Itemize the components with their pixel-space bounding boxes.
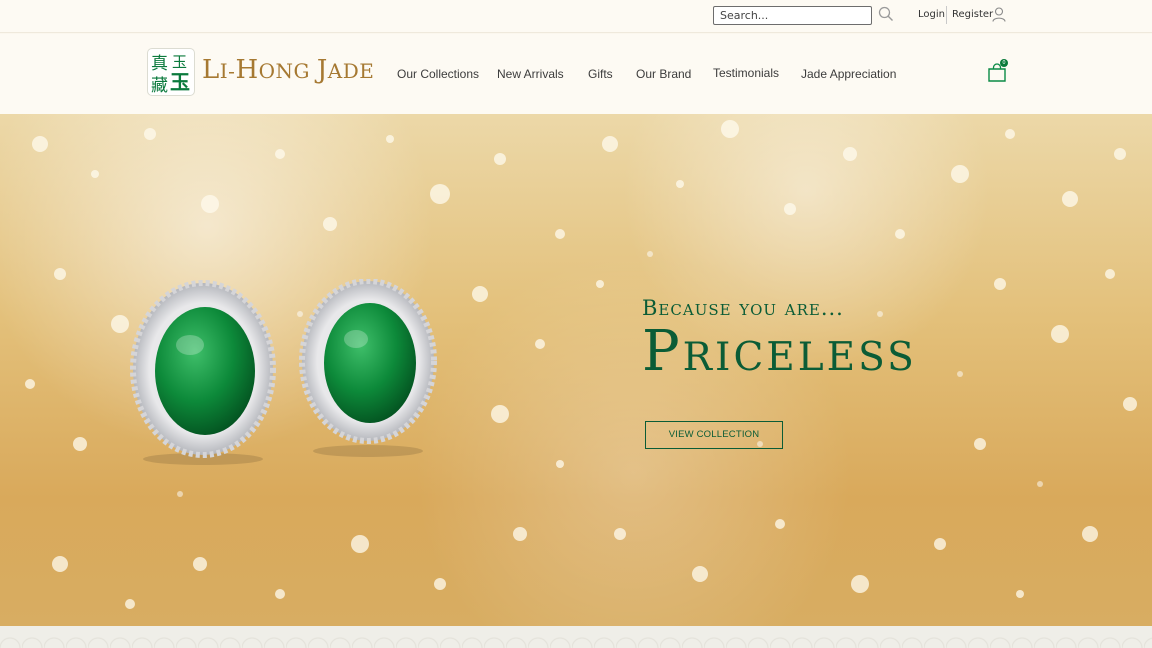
logo-emblem: 真 玉 藏 玉 xyxy=(147,48,195,96)
cart-button[interactable]: 0 xyxy=(987,59,1011,83)
divider xyxy=(946,6,947,24)
top-utility-bar: Login Register xyxy=(0,0,1152,33)
hero-banner: Because you are... Priceless VIEW COLLEC… xyxy=(0,114,1152,626)
logo-wordmark: LI-HONG JADE xyxy=(202,55,375,85)
nav-our-collections[interactable]: Our Collections xyxy=(397,67,479,81)
nav-new-arrivals[interactable]: New Arrivals xyxy=(497,67,564,81)
search-input[interactable] xyxy=(713,6,872,25)
hero-tagline-big: Priceless xyxy=(642,319,917,384)
cart-count-badge: 0 xyxy=(1000,59,1008,67)
view-collection-button[interactable]: VIEW COLLECTION xyxy=(645,421,783,449)
nav-gifts[interactable]: Gifts xyxy=(588,67,613,81)
nav-our-brand[interactable]: Our Brand xyxy=(636,67,691,81)
jade-earrings-image xyxy=(130,279,437,465)
svg-text:玉: 玉 xyxy=(170,70,190,94)
nav-testimonials[interactable]: Testimonials xyxy=(713,66,779,80)
section-divider-pattern xyxy=(0,626,1152,648)
svg-text:藏: 藏 xyxy=(151,76,168,96)
svg-text:真: 真 xyxy=(151,54,168,74)
brand-logo[interactable]: 真 玉 藏 玉 LI-HONG JADE xyxy=(147,48,374,96)
search-icon[interactable] xyxy=(878,6,894,22)
user-icon[interactable] xyxy=(992,7,1006,22)
nav-jade-appreciation[interactable]: Jade Appreciation xyxy=(801,67,896,81)
login-link[interactable]: Login xyxy=(918,9,945,20)
svg-text:玉: 玉 xyxy=(172,53,187,71)
main-header: 真 玉 藏 玉 LI-HONG JADE Our Collections New… xyxy=(0,34,1152,114)
hero-tagline-small: Because you are... xyxy=(642,296,844,320)
register-link[interactable]: Register xyxy=(952,9,993,20)
